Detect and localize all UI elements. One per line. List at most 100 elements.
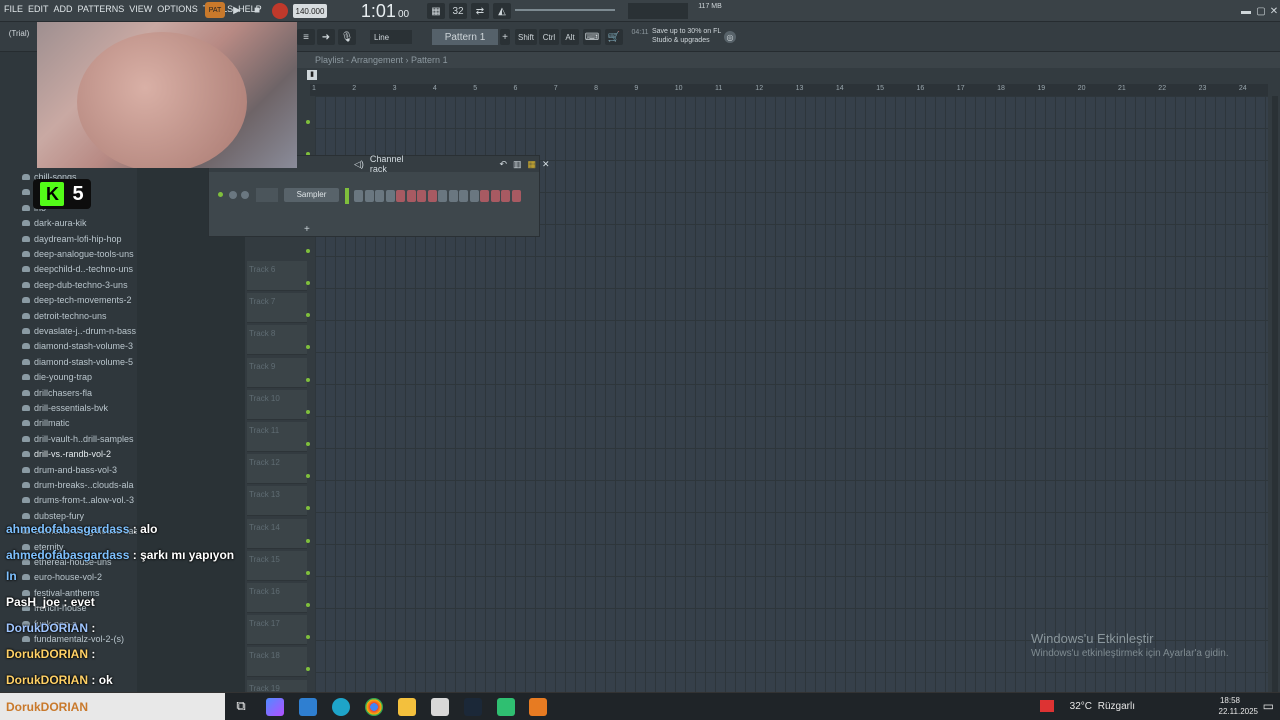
alt-key[interactable]: Alt	[561, 29, 579, 45]
step-icon[interactable]: 32	[449, 3, 467, 19]
menu-options[interactable]: OPTIONS	[157, 4, 198, 14]
track-mute-led[interactable]	[306, 345, 310, 350]
snap-select[interactable]: Line	[370, 30, 412, 44]
restore-icon[interactable]: ▢	[1255, 5, 1267, 17]
browser-item[interactable]: deep-dub-techno-3-uns	[22, 280, 128, 290]
step-button[interactable]	[438, 190, 447, 202]
weather-temp[interactable]: 32°C	[1070, 701, 1092, 712]
menu-file[interactable]: FILE	[4, 4, 23, 14]
stop-icon[interactable]: ■	[250, 3, 264, 17]
typing-keyboard-icon[interactable]: ⌨	[583, 29, 601, 45]
step-button[interactable]	[480, 190, 489, 202]
menu-view[interactable]: VIEW	[129, 4, 152, 14]
edge-icon[interactable]	[332, 698, 350, 716]
track-mute-led[interactable]	[306, 377, 310, 382]
app-green-icon[interactable]	[497, 698, 515, 716]
track-header[interactable]: Track 17	[247, 615, 307, 646]
timeline-ruler[interactable]: 1 2 3 4 5 6 7 8 9 10 11 12 13 14 15 16 17 18 19 20 21 22 23 24	[310, 84, 1268, 96]
cart-icon[interactable]: 🛒	[605, 29, 623, 45]
step-button[interactable]	[417, 190, 426, 202]
step-button[interactable]	[375, 190, 384, 202]
browser-item[interactable]: diamond-stash-volume-5	[22, 357, 133, 367]
mic-icon[interactable]: 🎙	[338, 29, 356, 45]
steps-icon[interactable]: ▦	[528, 159, 537, 170]
track-header[interactable]: Track 7	[247, 293, 307, 324]
track-header[interactable]: Track 10	[247, 389, 307, 420]
playlist-title-bar[interactable]: Playlist - Arrangement › Pattern 1	[245, 52, 1280, 68]
browser-item[interactable]: drill-vault-h..drill-samples	[22, 434, 134, 444]
step-button[interactable]	[448, 190, 458, 202]
pan-knob[interactable]	[229, 191, 237, 199]
browser-item[interactable]: euro-house-vol-2	[22, 572, 102, 582]
step-button[interactable]	[406, 190, 416, 202]
step-button[interactable]	[469, 190, 479, 202]
record-icon[interactable]	[272, 3, 288, 19]
browser-item[interactable]: fundamentalz-vol-2-(s)	[22, 634, 124, 644]
track-header[interactable]: Track 14	[247, 518, 307, 549]
browser-item[interactable]: daydream-lofi-hip-hop	[22, 234, 122, 244]
track-mute-led[interactable]	[306, 474, 310, 479]
promo-text[interactable]: Save up to 30% on FL Studio & upgrades	[652, 27, 722, 45]
chrome-icon[interactable]	[365, 698, 383, 716]
metronome-icon[interactable]: ◭	[493, 3, 511, 19]
steam-icon[interactable]	[464, 698, 482, 716]
task-view-icon[interactable]: ⧉	[232, 698, 250, 716]
sampler-channel-button[interactable]: Sampler	[284, 188, 339, 202]
mixer-track-select[interactable]	[256, 188, 278, 202]
store-icon[interactable]	[299, 698, 317, 716]
channel-led[interactable]	[218, 192, 223, 197]
browser-item[interactable]: drill-essentials-bvk	[22, 403, 108, 413]
track-mute-led[interactable]	[306, 667, 310, 672]
clock-time[interactable]: 18:58	[1220, 696, 1240, 705]
track-header[interactable]: Track 16	[247, 583, 307, 613]
track-header[interactable]: Track 13	[247, 486, 307, 517]
copilot-icon[interactable]	[266, 698, 284, 716]
browser-item[interactable]: die-young-trap	[22, 372, 92, 382]
add-channel-icon[interactable]: +	[304, 224, 310, 235]
news-icon[interactable]	[1040, 700, 1054, 712]
menu-patterns[interactable]: PATTERNS	[78, 4, 125, 14]
tempo-display[interactable]: 140.000	[293, 4, 327, 18]
track-mute-led[interactable]	[306, 313, 310, 318]
browser-item[interactable]: detroit-techno-uns	[22, 311, 107, 321]
track-mute-led[interactable]	[306, 603, 310, 607]
menu-edit[interactable]: EDIT	[28, 4, 49, 14]
browser-item[interactable]: drill-vs.-randb-vol-2	[22, 449, 111, 459]
track-header[interactable]: Track 12	[247, 454, 307, 485]
track-header[interactable]: Track 8	[247, 325, 307, 356]
browser-item[interactable]: deep-tech-movements-2	[22, 295, 132, 305]
track-mute-led[interactable]	[306, 409, 310, 414]
notification-icon[interactable]: ▭	[1263, 699, 1274, 713]
master-volume-slider[interactable]	[515, 9, 615, 11]
graph-icon[interactable]: ▥	[513, 159, 522, 170]
step-button[interactable]	[490, 190, 500, 202]
browser-item[interactable]: diamond-stash-volume-3	[22, 341, 133, 351]
browser-item[interactable]: deep-analogue-tools-uns	[22, 249, 134, 259]
pattern-song-toggle[interactable]: PAT	[205, 2, 225, 18]
step-button[interactable]	[501, 190, 510, 202]
play-icon[interactable]: ▶	[230, 3, 244, 17]
snap-icon[interactable]: ▦	[427, 3, 445, 19]
browser-item[interactable]: drillchasers-fla	[22, 388, 92, 398]
track-header[interactable]: Track 18	[247, 647, 307, 678]
track-mute-led[interactable]	[306, 281, 310, 285]
track-mute-led[interactable]	[306, 506, 310, 511]
loop-icon[interactable]: ⇄	[471, 3, 489, 19]
menu-add[interactable]: ADD	[54, 4, 73, 14]
mixer-icon[interactable]: ≡	[297, 29, 315, 45]
shift-key[interactable]: Shift	[515, 29, 537, 45]
taskbar-search-box[interactable]: DorukDORIAN	[0, 693, 225, 720]
channel-select-indicator[interactable]	[345, 188, 349, 204]
step-button[interactable]	[459, 190, 468, 202]
track-mute-led[interactable]	[306, 442, 310, 446]
step-button[interactable]	[385, 190, 395, 202]
arrow-tool-icon[interactable]: ➜	[317, 29, 335, 45]
step-button[interactable]	[427, 190, 437, 202]
browser-item[interactable]: drum-breaks-..clouds-ala	[22, 480, 134, 490]
track-header[interactable]: Track 11	[247, 422, 307, 452]
step-button[interactable]	[396, 190, 405, 202]
playlist-scrollbar[interactable]	[1272, 96, 1278, 692]
browser-item[interactable]: dark-aura-kik	[22, 218, 87, 228]
volume-knob[interactable]	[241, 191, 249, 199]
track-header[interactable]: Track 6	[247, 261, 307, 291]
